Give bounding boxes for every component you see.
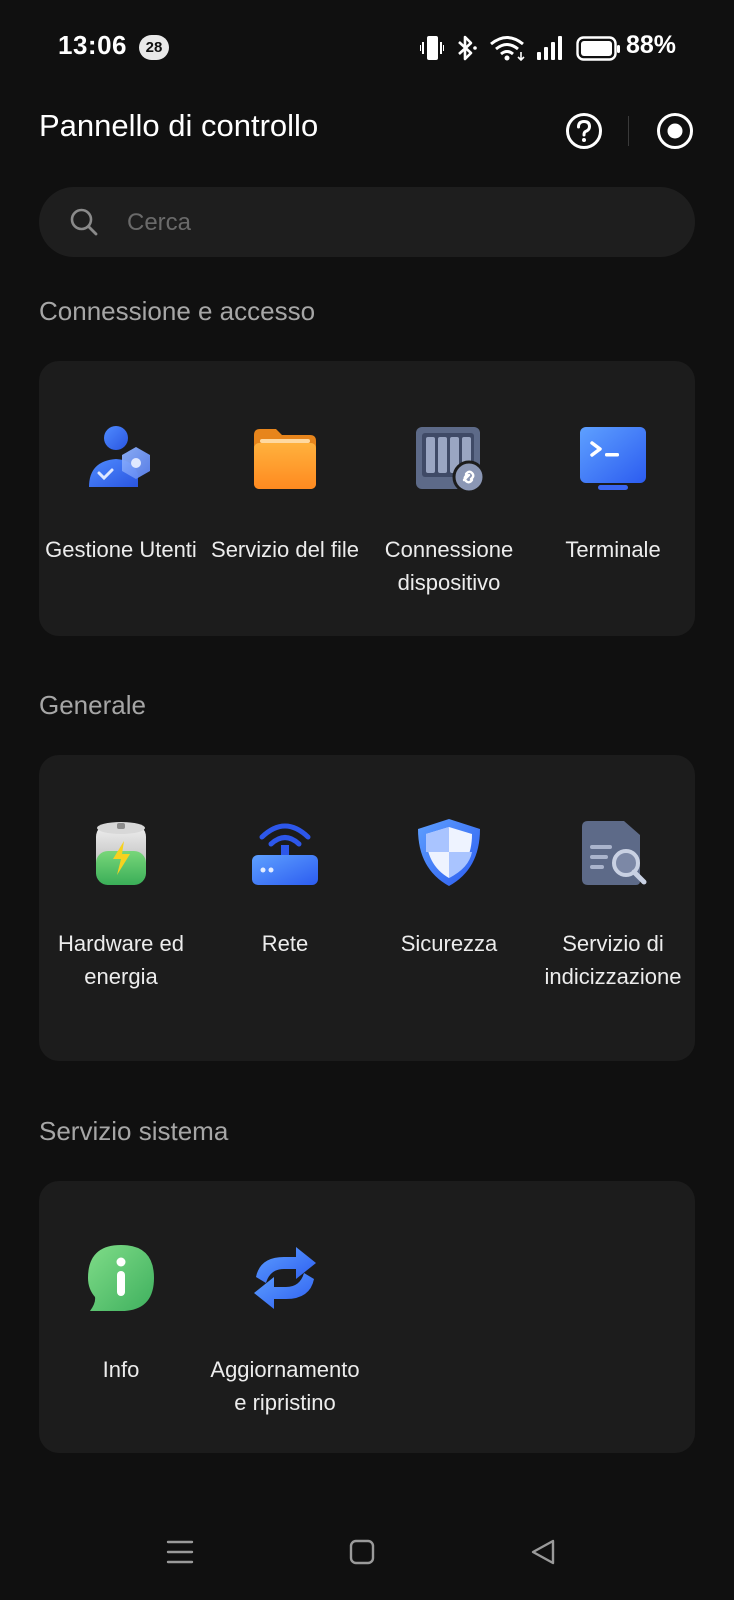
more-button[interactable] (655, 111, 695, 151)
shield-icon (414, 817, 484, 887)
folder-icon (250, 423, 320, 493)
tile-label: Rete (261, 931, 309, 956)
header-divider (628, 116, 629, 146)
info-icon (86, 1243, 156, 1313)
vibrate-icon (419, 34, 445, 67)
home-icon (349, 1539, 375, 1565)
tile-servizio-indicizzazione[interactable]: Servizio di indicizzazione (531, 755, 695, 1061)
device-link-icon (414, 423, 486, 494)
search-icon (69, 207, 99, 242)
tile-label: Info (102, 1357, 140, 1382)
tile-hardware-energia[interactable]: Hardware ed energia (39, 755, 203, 1061)
battery-icon (576, 36, 622, 67)
index-search-icon (578, 817, 648, 887)
menu-icon (166, 1540, 194, 1564)
tile-label: Terminale (565, 537, 661, 562)
terminal-icon (578, 423, 648, 493)
bluetooth-icon (454, 34, 480, 67)
page-title: Pannello di controllo (39, 108, 319, 143)
tile-label: Hardware ed energia (58, 931, 184, 989)
router-icon (250, 817, 320, 887)
help-icon (566, 113, 602, 149)
back-icon (531, 1539, 555, 1565)
menu-button[interactable] (166, 1538, 194, 1571)
battery-energy-icon (86, 817, 156, 887)
tile-connessione-dispositivo[interactable]: Connessione dispositivo (367, 361, 531, 636)
section-card-connessione: Gestione Utenti Servizio del file Connes… (39, 361, 695, 636)
section-card-servizio-sistema: Info Aggiornamento e ripristino (39, 1181, 695, 1453)
tile-info[interactable]: Info (39, 1181, 203, 1453)
tile-sicurezza[interactable]: Sicurezza (367, 755, 531, 1061)
users-icon (86, 423, 156, 493)
section-title-connessione: Connessione e accesso (39, 296, 316, 326)
system-nav-bar (0, 1500, 734, 1600)
wifi-icon (489, 34, 527, 67)
section-title-generale: Generale (39, 690, 146, 720)
status-time: 13:06 (58, 30, 127, 60)
tile-label: Sicurezza (400, 931, 498, 956)
tile-gestione-utenti[interactable]: Gestione Utenti (39, 361, 203, 636)
status-bar: 13:06 28 88% (0, 0, 734, 92)
tile-label: Gestione Utenti (45, 537, 197, 562)
tile-label: Servizio del file (211, 537, 359, 562)
back-button[interactable] (529, 1538, 557, 1571)
search-input[interactable] (125, 187, 669, 259)
tile-label: Aggiornamento e ripristino (210, 1357, 360, 1415)
section-title-servizio-sistema: Servizio sistema (39, 1116, 229, 1146)
help-button[interactable] (564, 111, 604, 151)
search-bar[interactable] (39, 187, 695, 259)
tile-label: Connessione dispositivo (384, 537, 514, 595)
tile-aggiornamento-ripristino[interactable]: Aggiornamento e ripristino (203, 1181, 367, 1453)
battery-percentage: 88% (626, 31, 677, 59)
update-icon (250, 1243, 320, 1313)
tile-terminale[interactable]: Terminale (531, 361, 695, 636)
tile-servizio-file[interactable]: Servizio del file (203, 361, 367, 636)
target-icon (657, 113, 693, 149)
section-card-generale: Hardware ed energia Rete Sicurezza Servi… (39, 755, 695, 1061)
signal-icon (535, 34, 565, 67)
tile-label: Servizio di indicizzazione (544, 931, 682, 989)
tile-rete[interactable]: Rete (203, 755, 367, 1061)
notification-count-badge: 28 (139, 35, 169, 60)
home-button[interactable] (348, 1538, 376, 1571)
